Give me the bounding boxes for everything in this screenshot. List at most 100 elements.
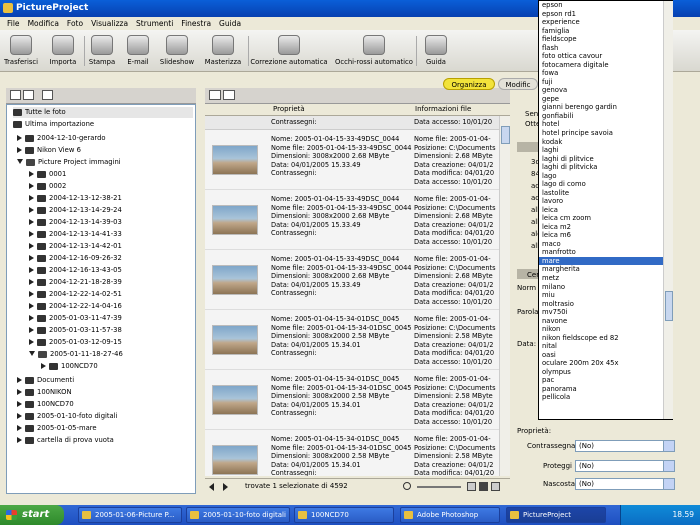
- tree-item-folder[interactable]: 0002: [29, 181, 66, 192]
- expander-icon[interactable]: [17, 425, 22, 431]
- taskbar-item[interactable]: Adobe Photoshop: [400, 507, 500, 523]
- dropdown-option[interactable]: metz: [539, 274, 672, 283]
- expander-icon[interactable]: [17, 159, 23, 165]
- dropdown-option[interactable]: lago: [539, 172, 672, 181]
- tree-item-folder[interactable]: 100NIKON: [17, 387, 72, 398]
- dropdown-option[interactable]: oculare 200m 20x 45x: [539, 359, 672, 368]
- tree-item-folder[interactable]: 2005-01-03-11-57-38: [29, 325, 122, 336]
- dropdown-option[interactable]: moltrasio: [539, 300, 672, 309]
- photo-thumbnail[interactable]: [212, 445, 258, 475]
- expander-icon[interactable]: [29, 243, 34, 249]
- expander-icon[interactable]: [29, 327, 34, 333]
- table-row[interactable]: Nome: 2005-01-04-15-34-01DSC_0045 Nome fi…: [205, 370, 499, 430]
- scroll-thumb[interactable]: [665, 291, 673, 321]
- dropdown-option[interactable]: genova: [539, 86, 672, 95]
- tree-item-folder[interactable]: 2004-12-21-18-28-39: [29, 277, 122, 288]
- dropdown-option[interactable]: nikon: [539, 325, 672, 334]
- dropdown-option[interactable]: gepe: [539, 95, 672, 104]
- import-button[interactable]: Importa: [44, 33, 82, 71]
- expander-icon[interactable]: [17, 389, 22, 395]
- dropdown-option[interactable]: maco: [539, 240, 672, 249]
- tree-item-folder[interactable]: 2004-12-22-14-02-51: [29, 289, 122, 300]
- dropdown-option[interactable]: epson: [539, 1, 672, 10]
- dropdown-option[interactable]: nikon fieldscope ed 82: [539, 334, 672, 343]
- zoom-icon[interactable]: [403, 482, 411, 490]
- expander-icon[interactable]: [29, 171, 34, 177]
- dropdown-option[interactable]: fowa: [539, 69, 672, 78]
- next-icon[interactable]: [223, 483, 228, 491]
- list-item[interactable]: Contrassegni: Data accesso: 10/01/20: [205, 116, 499, 130]
- dropdown-option[interactable]: lago di como: [539, 180, 672, 189]
- dropdown-option[interactable]: hotel: [539, 120, 672, 129]
- table-row[interactable]: Nome: 2005-01-04-15-33-49DSC_0044 Nome fi…: [205, 130, 499, 190]
- red-eye-button[interactable]: Occhi-rossi automatico: [334, 33, 414, 71]
- list-scrollbar[interactable]: [499, 116, 510, 476]
- dropdown-option[interactable]: kodak: [539, 138, 672, 147]
- tree-item-folder[interactable]: 2005-01-11-18-27-46: [29, 349, 123, 360]
- nascosta-select[interactable]: (No): [575, 478, 675, 490]
- table-row[interactable]: Nome: 2005-01-04-15-33-49DSC_0044 Nome fi…: [205, 190, 499, 250]
- tree-item-folder[interactable]: 2004-12-16-13-43-05: [29, 265, 122, 276]
- photo-thumbnail[interactable]: [212, 325, 258, 355]
- dropdown-option[interactable]: mare: [539, 256, 672, 266]
- dropdown-option[interactable]: manfrotto: [539, 248, 672, 257]
- dropdown-option[interactable]: navone: [539, 317, 672, 326]
- menu-modifica[interactable]: Modifica: [24, 17, 63, 30]
- taskbar-item-active[interactable]: PictureProject: [506, 507, 606, 523]
- dropdown-option[interactable]: experience: [539, 18, 672, 27]
- detail-view-icon[interactable]: [479, 482, 488, 491]
- dropdown-option[interactable]: foto ottica cavour: [539, 52, 672, 61]
- menu-file[interactable]: File: [3, 17, 24, 30]
- dropdown-option[interactable]: leica: [539, 206, 672, 215]
- collection-view-icon[interactable]: [42, 90, 53, 100]
- dropdown-option[interactable]: fuji: [539, 78, 672, 87]
- tree-item-folder[interactable]: Documenti: [17, 375, 74, 386]
- menu-finestra[interactable]: Finestra: [177, 17, 215, 30]
- dropdown-option[interactable]: mv750i: [539, 308, 672, 317]
- tree-item-folder[interactable]: 2004-12-13-12-38-21: [29, 193, 122, 204]
- dropdown-option[interactable]: laghi di plitvice: [539, 155, 672, 164]
- taskbar-item[interactable]: 2005-01-06-Picture P...: [78, 507, 182, 523]
- tree-item-folder[interactable]: 2005-01-10-foto digitali: [17, 411, 118, 422]
- expander-icon[interactable]: [17, 437, 22, 443]
- expander-icon[interactable]: [29, 351, 35, 357]
- dropdown-option[interactable]: epson rd1: [539, 10, 672, 19]
- dropdown-option[interactable]: fotocamera digitale: [539, 61, 672, 70]
- expander-icon[interactable]: [41, 363, 46, 369]
- tree-item-folder[interactable]: 100NCD70: [41, 361, 98, 372]
- tree-item-folder[interactable]: 2004-12-13-14-39-03: [29, 217, 122, 228]
- dropdown-option[interactable]: leica cm zoom: [539, 214, 672, 223]
- contrassegna-select[interactable]: (No): [575, 440, 675, 452]
- dropdown-option[interactable]: laghi di plitvicka: [539, 163, 672, 172]
- photo-thumbnail[interactable]: [212, 205, 258, 235]
- clock[interactable]: 18.59: [673, 510, 694, 519]
- chevron-down-icon[interactable]: [663, 479, 674, 489]
- dropdown-option[interactable]: hotel principe savoia: [539, 129, 672, 138]
- auto-correct-button[interactable]: Correzione automatica: [250, 33, 328, 71]
- dropdown-option[interactable]: lastolite: [539, 189, 672, 198]
- dropdown-option[interactable]: leica m6: [539, 231, 672, 240]
- tab-organizza[interactable]: Organizza: [443, 78, 495, 90]
- expander-icon[interactable]: [29, 219, 34, 225]
- menu-guida[interactable]: Guida: [215, 17, 245, 30]
- expander-icon[interactable]: [17, 147, 22, 153]
- column-properties[interactable]: Proprietà: [273, 105, 305, 113]
- tree-item-folder[interactable]: 2005-01-03-12-09-15: [29, 337, 122, 348]
- expander-icon[interactable]: [29, 195, 34, 201]
- prev-icon[interactable]: [209, 483, 214, 491]
- dropdown-option[interactable]: gianni berengo gardin: [539, 103, 672, 112]
- dropdown-option[interactable]: laghi: [539, 146, 672, 155]
- chevron-down-icon[interactable]: [663, 461, 674, 471]
- expander-icon[interactable]: [29, 315, 34, 321]
- tree-item-folder[interactable]: 0001: [29, 169, 66, 180]
- tree-item-folder[interactable]: 2005-01-03-11-47-39: [29, 313, 122, 324]
- expander-icon[interactable]: [17, 135, 22, 141]
- menu-visualizza[interactable]: Visualizza: [87, 17, 132, 30]
- dropdown-option[interactable]: flash: [539, 44, 672, 53]
- tree-item-folder[interactable]: 2004-12-13-14-41-33: [29, 229, 122, 240]
- photo-thumbnail[interactable]: [212, 265, 258, 295]
- tree-item-folder[interactable]: 2004-12-13-14-29-24: [29, 205, 122, 216]
- rotate-right-icon[interactable]: [223, 90, 235, 100]
- dropdown-option[interactable]: lavoro: [539, 197, 672, 206]
- dropdown-option[interactable]: panorama: [539, 385, 672, 394]
